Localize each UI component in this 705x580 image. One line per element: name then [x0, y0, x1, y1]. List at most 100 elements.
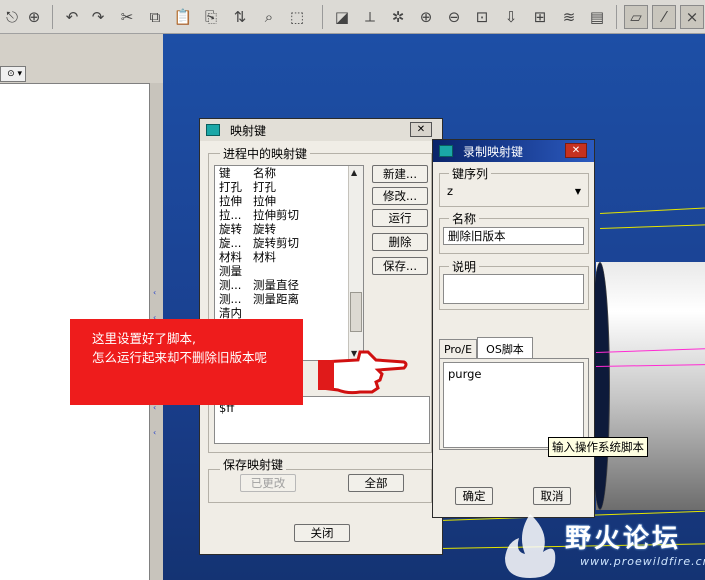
collapse-arrow-icon[interactable]: ‹ — [153, 288, 160, 297]
annotation-line: 怎么运行起来却不删除旧版本呢 — [92, 350, 268, 365]
dialog-icon — [439, 145, 453, 157]
save-button[interactable]: 保存... — [372, 257, 428, 275]
list-scrollbar[interactable]: ▲ ▼ — [348, 166, 363, 360]
watermark-url: www.proewildfire.cn — [580, 555, 705, 568]
mapkey-key: 测... — [219, 278, 242, 292]
model-display-icon[interactable]: ▤ — [585, 5, 609, 29]
mapkey-name: 拉伸 — [253, 194, 276, 208]
name-label: 名称 — [449, 210, 480, 227]
select-box-icon[interactable]: ⬚ — [285, 5, 309, 29]
copy-icon[interactable]: ⧉ — [143, 5, 167, 29]
toolbar-separator — [616, 5, 617, 29]
cancel-button[interactable]: 取消 — [533, 487, 571, 505]
record-mapkey-dialog: 录制映射键 ✕ 键序列 z ▼ 名称 删除旧版本 说明 Pro/E OS脚本 p… — [432, 139, 595, 518]
redo-arrow-icon[interactable]: ↷ — [86, 5, 110, 29]
mapkey-name — [253, 264, 363, 278]
list-item[interactable]: 旋转 旋转 — [215, 222, 363, 236]
list-item[interactable]: 打孔 打孔 — [215, 180, 363, 194]
group-label: 进程中的映射键 — [220, 145, 311, 162]
chevron-down-icon[interactable]: ▼ — [575, 187, 581, 196]
name-value: 删除旧版本 — [448, 229, 506, 243]
mapkeys-titlebar[interactable]: 映射键 — [200, 119, 442, 141]
annotation-callout: 这里设置好了脚本, 怎么运行起来却不删除旧版本呢 — [70, 319, 303, 405]
fire-logo-icon — [505, 514, 556, 578]
mapkey-name: 拉伸剪切 — [253, 208, 299, 222]
mapkey-key: 清内存 — [219, 306, 242, 334]
zoom-out-icon[interactable]: ⊖ — [442, 5, 466, 29]
cut-icon[interactable]: ✂ — [115, 5, 139, 29]
datum-plane-toggle-icon[interactable]: ▱ — [624, 5, 648, 29]
run-button[interactable]: 运行 — [372, 209, 428, 227]
redo-icon[interactable]: ⎋ — [0, 5, 24, 29]
changed-button[interactable]: 已更改 — [240, 474, 296, 492]
close-icon[interactable]: ✕ — [410, 122, 432, 137]
navigator-panel: ⊙ ▾ ‹ ‹ ‹ ‹ — [0, 34, 163, 580]
mapkey-name: 测量距离 — [253, 292, 299, 306]
list-item[interactable]: 测量 — [215, 264, 363, 278]
mapkey-key: 测量 — [219, 264, 242, 278]
description-field[interactable] — [443, 274, 584, 304]
paste-icon[interactable]: 📋 — [171, 5, 195, 29]
layers-icon[interactable]: ≋ — [557, 5, 581, 29]
regenerate-icon[interactable]: ⇅ — [228, 5, 252, 29]
datum-axis-toggle-icon[interactable]: ⁄ — [652, 5, 676, 29]
name-field[interactable]: 删除旧版本 — [443, 227, 584, 245]
mapkey-name: 测量直径 — [253, 278, 299, 292]
list-item[interactable]: 旋... 旋转剪切 — [215, 236, 363, 250]
csys-icon[interactable]: ⟂ — [358, 5, 382, 29]
mapkey-key: 旋转 — [219, 222, 242, 236]
list-header: 键 名称 — [215, 166, 363, 180]
new-button[interactable]: 新建... — [372, 165, 428, 183]
key-seq-value: z — [447, 184, 454, 198]
ok-button[interactable]: 确定 — [455, 487, 493, 505]
toolbar-separator — [322, 5, 323, 29]
collapse-arrow-icon[interactable]: ‹ — [153, 428, 160, 437]
view-manager-icon[interactable]: ⊞ — [528, 5, 552, 29]
modify-button[interactable]: 修改... — [372, 187, 428, 205]
close-button[interactable]: 关闭 — [294, 524, 350, 542]
tooltip: 输入操作系统脚本 — [548, 437, 648, 457]
list-item[interactable]: 清内存 — [215, 306, 363, 334]
main-toolbar: ⎋ ⊕ ↶ ↷ ✂ ⧉ 📋 ⎘ ⇅ ⌕ ⬚ ◪ ⟂ ✲ ⊕ ⊖ ⊡ ⇩ ⊞ ≋ … — [0, 0, 705, 34]
scroll-up-icon[interactable]: ▲ — [351, 168, 357, 177]
list-item[interactable]: 测... 测量直径 — [215, 278, 363, 292]
list-item[interactable]: 材料 材料 — [215, 250, 363, 264]
annotation-line: 这里设置好了脚本, — [92, 331, 196, 346]
spin-center-icon[interactable]: ✲ — [386, 5, 410, 29]
orient-icon[interactable]: ⇩ — [499, 5, 523, 29]
find-icon[interactable]: ⌕ — [257, 5, 281, 29]
mapkey-name: 材料 — [253, 250, 276, 264]
paste-special-icon[interactable]: ⎘ — [199, 5, 223, 29]
mapkey-name: 旋转 — [253, 222, 276, 236]
description-label: 说明 — [449, 258, 480, 275]
mapkey-key: 拉... — [219, 208, 242, 222]
watermark-name: 野火论坛 — [565, 524, 682, 554]
model-tree-icon[interactable]: ⊕ — [22, 5, 46, 29]
mapkey-key: 材料 — [219, 250, 242, 264]
datum-display-icon[interactable]: ◪ — [330, 5, 354, 29]
scroll-thumb[interactable] — [350, 292, 362, 332]
close-icon[interactable]: ✕ — [565, 143, 587, 158]
refit-icon[interactable]: ⊡ — [470, 5, 494, 29]
delete-button[interactable]: 删除 — [372, 233, 428, 251]
dialog-title: 映射键 — [230, 123, 267, 138]
zoom-in-icon[interactable]: ⊕ — [414, 5, 438, 29]
tab-proe[interactable]: Pro/E — [439, 339, 477, 359]
mapkey-key: 测... — [219, 292, 242, 306]
key-seq-select[interactable]: z ▼ — [443, 182, 585, 200]
tab-os-script[interactable]: OS脚本 — [477, 337, 533, 359]
list-item[interactable]: 拉... 拉伸剪切 — [215, 208, 363, 222]
os-script-field[interactable]: purge — [443, 362, 584, 448]
list-item[interactable]: 测... 测量距离 — [215, 292, 363, 306]
show-dropdown[interactable]: ⊙ ▾ — [0, 66, 26, 82]
point-toggle-icon[interactable]: ⨯ — [680, 5, 704, 29]
mapkey-name — [253, 306, 363, 320]
list-item[interactable]: 拉伸 拉伸 — [215, 194, 363, 208]
all-button[interactable]: 全部 — [348, 474, 404, 492]
mapkey-key: 打孔 — [219, 180, 242, 194]
mapkey-name: 旋转剪切 — [253, 236, 299, 250]
undo-icon[interactable]: ↶ — [60, 5, 84, 29]
cylinder-model — [596, 262, 705, 510]
mapkey-name: 打孔 — [253, 180, 276, 194]
dialog-title: 录制映射键 — [463, 144, 524, 159]
